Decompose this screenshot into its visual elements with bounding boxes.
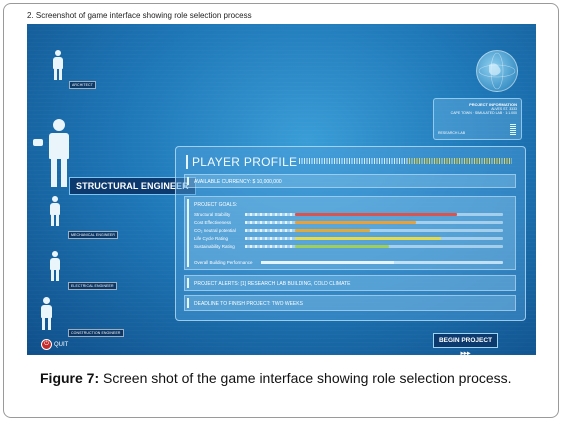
player-profile-title: PLAYER PROFILE	[192, 155, 298, 169]
goal-label: Structural Stability	[194, 212, 231, 217]
project-info-panel[interactable]: PROJECT INFORMATION ALVES ST. 3333 CAPE …	[433, 98, 522, 140]
figure-header: 2. Screenshot of game interface showing …	[27, 11, 252, 20]
goal-bar-fill	[295, 229, 370, 232]
wrench-icon	[33, 139, 43, 146]
game-screen: ARCHITECT STRUCTURAL ENGINEER MECHANICAL…	[27, 24, 536, 355]
power-icon: ⏻	[41, 339, 52, 350]
currency-section: AVAILABLE CURRENCY: $ 10,000,000	[184, 174, 516, 188]
goal-bar-ticks	[245, 245, 293, 248]
role-architect[interactable]: ARCHITECT	[41, 44, 101, 99]
role-construction-engineer[interactable]: CONSTRUCTION ENGINEER	[37, 297, 127, 337]
project-deadline: DEADLINE TO FINISH PROJECT: TWO WEEKS	[194, 301, 303, 307]
goal-bar-ticks	[245, 229, 293, 232]
begin-project-button[interactable]: BEGIN PROJECT ▸▸▸	[433, 333, 498, 355]
title-accent	[186, 155, 188, 169]
role-electrical-engineer[interactable]: ELECTRICAL ENGINEER	[41, 251, 121, 291]
goal-bar-ticks	[245, 221, 293, 224]
available-currency: AVAILABLE CURRENCY: $ 10,000,000	[194, 179, 282, 185]
role-label-electrical-engineer: ELECTRICAL ENGINEER	[68, 282, 117, 290]
building-icon	[510, 123, 516, 135]
role-mechanical-engineer[interactable]: MECHANICAL ENGINEER	[41, 196, 121, 242]
project-info-lab: RESEARCH LAB	[438, 131, 466, 135]
project-alerts: PROJECT ALERTS: [1] RESEARCH LAB BUILDIN…	[194, 281, 351, 287]
goal-bar	[245, 221, 503, 224]
goal-label: CO₂ neutral potential	[194, 228, 236, 233]
goal-bar-fill	[295, 237, 441, 240]
goal-bar-ticks	[245, 213, 293, 216]
globe-icon	[476, 50, 518, 92]
goal-bar	[245, 237, 503, 240]
overall-performance-bar	[261, 261, 503, 264]
overall-performance-label: Overall Building Performance	[194, 260, 253, 265]
goal-label: Life Cycle Rating	[194, 236, 229, 241]
caption-text: Screen shot of the game interface showin…	[99, 370, 512, 386]
project-info-line2: CAPE TOWN · SIMULATED LAB · 1:1.000	[450, 111, 517, 115]
goal-bar-fill	[295, 221, 416, 224]
goal-bar-fill	[295, 245, 389, 248]
role-label-construction-engineer: CONSTRUCTION ENGINEER	[68, 329, 124, 337]
overall-performance-fill	[261, 261, 394, 264]
goal-label: Sustainability Rating	[194, 244, 235, 249]
role-label-architect: ARCHITECT	[69, 81, 96, 89]
role-structural-engineer[interactable]: STRUCTURAL ENGINEER	[29, 119, 196, 195]
project-alerts-section: PROJECT ALERTS: [1] RESEARCH LAB BUILDIN…	[184, 275, 516, 291]
deadline-section: DEADLINE TO FINISH PROJECT: TWO WEEKS	[184, 295, 516, 311]
goal-bar	[245, 229, 503, 232]
goal-label: Cost Effectiveness	[194, 220, 232, 225]
project-goals-heading: PROJECT GOALS:	[194, 202, 238, 208]
goal-bar-ticks	[245, 237, 293, 240]
goal-bar-fill	[295, 213, 457, 216]
goal-bar	[245, 213, 503, 216]
profile-progress-ticks	[299, 158, 512, 164]
figure-caption: Figure 7: Screen shot of the game interf…	[40, 370, 520, 387]
role-label-mechanical-engineer: MECHANICAL ENGINEER	[68, 231, 118, 239]
quit-button[interactable]: ⏻ QUIT	[41, 339, 68, 350]
quit-label: QUIT	[54, 341, 69, 348]
project-goals-section: PROJECT GOALS: Structural Stability Cost …	[184, 196, 516, 270]
goal-bar	[245, 245, 503, 248]
caption-label: Figure 7:	[40, 370, 100, 386]
